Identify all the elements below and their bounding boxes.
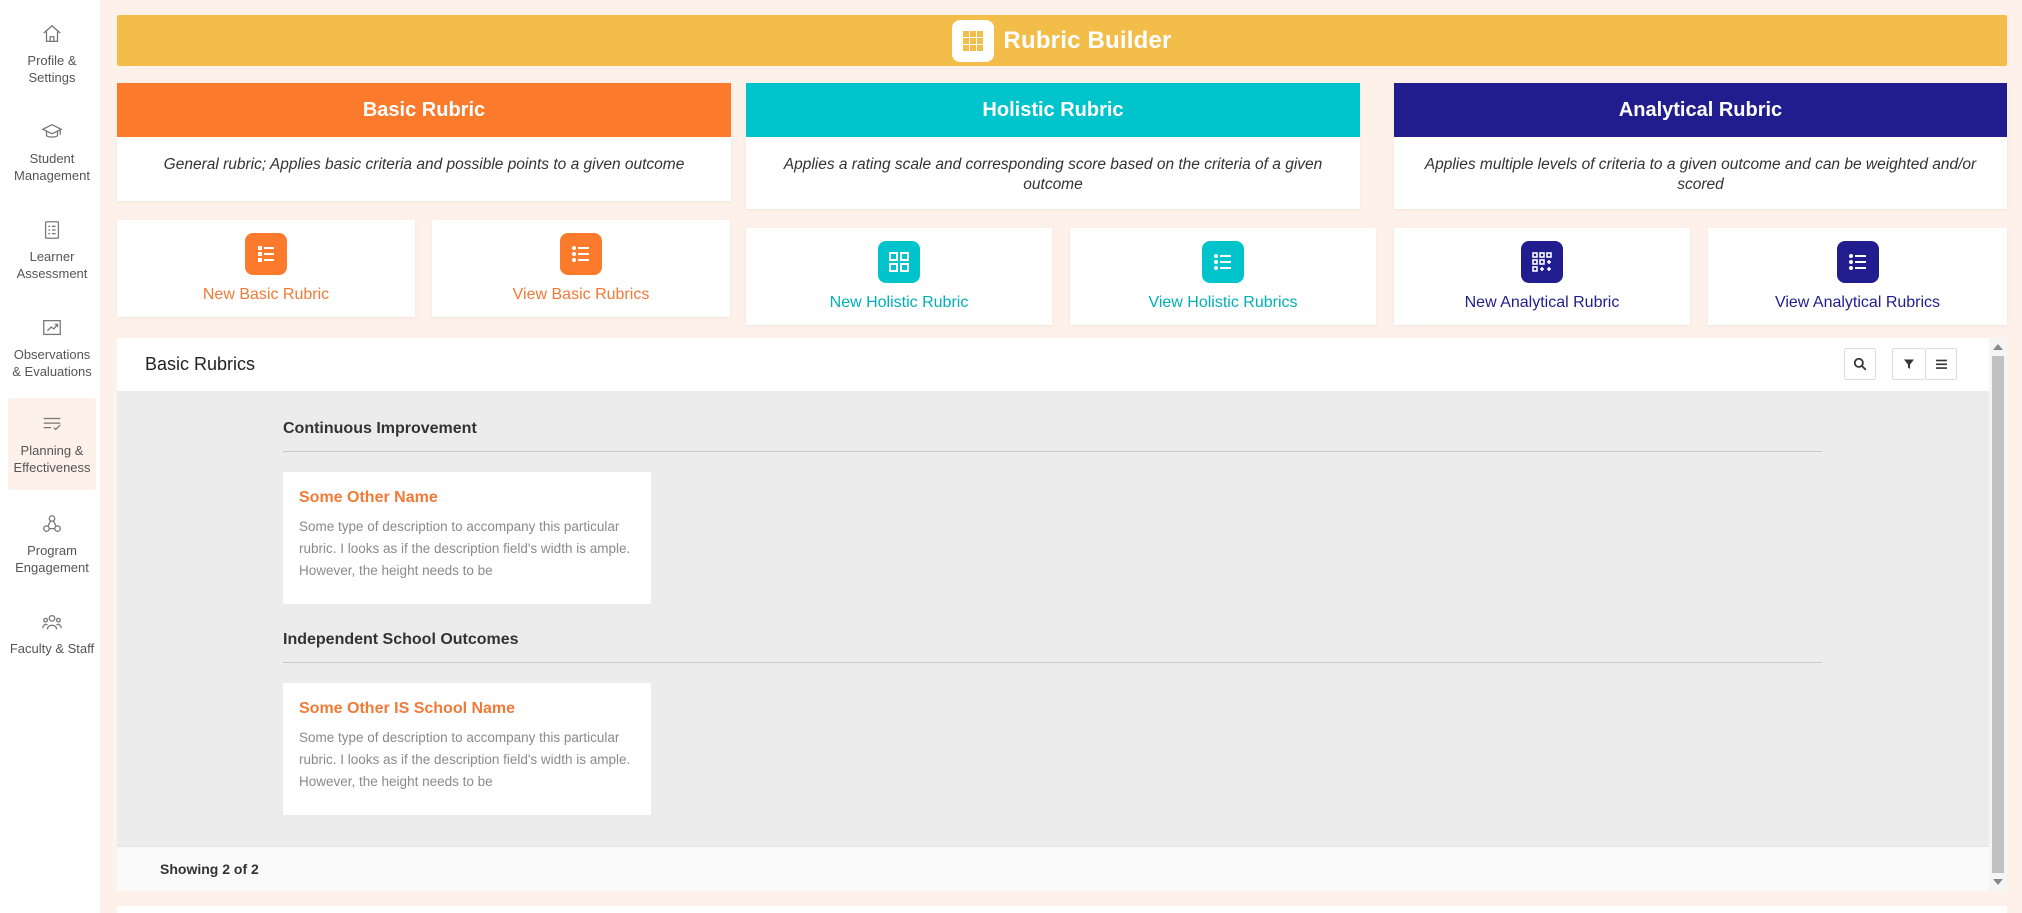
basic-rubric-title: Basic Rubric bbox=[117, 83, 731, 137]
sidebar-item-label: Learner Assessment bbox=[16, 249, 88, 281]
holistic-rubric-title: Holistic Rubric bbox=[746, 83, 1360, 137]
basic-rubrics-panel: Basic Rubrics Continuous Improvement Som… bbox=[117, 338, 2007, 891]
search-button[interactable] bbox=[1844, 348, 1876, 380]
search-icon bbox=[1853, 357, 1867, 371]
rubric-description: Some type of description to accompany th… bbox=[299, 519, 631, 578]
scrollbar-thumb[interactable] bbox=[1992, 356, 2004, 873]
panel-footer: Showing 2 of 2 bbox=[117, 846, 1989, 891]
panel-header: Basic Rubrics bbox=[117, 338, 1989, 391]
rubric-description: Some type of description to accompany th… bbox=[299, 730, 631, 789]
bullet-list-icon bbox=[560, 233, 602, 275]
filter-icon bbox=[1904, 359, 1914, 369]
new-analytical-rubric-button[interactable]: New Analytical Rubric bbox=[1394, 228, 1690, 325]
analytical-rubric-card: Analytical Rubric Applies multiple level… bbox=[1394, 83, 2007, 209]
group-divider bbox=[283, 662, 1822, 663]
new-holistic-rubric-button[interactable]: New Holistic Rubric bbox=[746, 228, 1052, 325]
menu-icon bbox=[1935, 359, 1947, 369]
grid-icon bbox=[952, 19, 995, 62]
view-analytical-rubrics-button[interactable]: View Analytical Rubrics bbox=[1708, 228, 2007, 325]
sidebar-item-label: Program Engagement bbox=[15, 543, 89, 575]
list-icon bbox=[245, 233, 287, 275]
sidebar-item-student-management[interactable]: Student Management bbox=[8, 120, 96, 184]
sidebar: Profile & Settings Student Management Le… bbox=[0, 0, 100, 913]
view-holistic-rubrics-label: View Holistic Rubrics bbox=[1148, 294, 1298, 311]
rubric-name: Some Other Name bbox=[299, 489, 438, 506]
sidebar-item-program-engagement[interactable]: Program Engagement bbox=[8, 512, 96, 576]
sidebar-item-label: Planning & Effectiveness bbox=[13, 443, 91, 475]
checklist-icon bbox=[40, 412, 64, 436]
rubric-card[interactable]: Some Other IS School Name Some type of d… bbox=[283, 683, 651, 815]
scroll-up-arrow-icon[interactable] bbox=[1993, 344, 2003, 350]
clipboard-icon bbox=[40, 218, 64, 242]
four-squares-icon bbox=[878, 241, 920, 283]
group-divider bbox=[283, 451, 1822, 452]
panel-body: Continuous Improvement Some Other Name S… bbox=[117, 391, 1989, 846]
menu-button[interactable] bbox=[1925, 348, 1957, 380]
sidebar-item-faculty-staff[interactable]: Faculty & Staff bbox=[8, 610, 96, 657]
view-analytical-rubrics-label: View Analytical Rubrics bbox=[1774, 294, 1941, 311]
basic-rubric-description: General rubric; Applies basic criteria a… bbox=[163, 156, 685, 173]
holistic-rubric-description: Applies a rating scale and corresponding… bbox=[783, 156, 1323, 193]
rubric-name: Some Other IS School Name bbox=[299, 700, 516, 717]
scrollbar[interactable] bbox=[1989, 338, 2007, 891]
sidebar-item-label: Student Management bbox=[14, 151, 90, 183]
record-count: Showing 2 of 2 bbox=[160, 861, 259, 877]
holistic-rubric-card: Holistic Rubric Applies a rating scale a… bbox=[746, 83, 1360, 209]
network-icon bbox=[40, 512, 64, 536]
new-holistic-rubric-label: New Holistic Rubric bbox=[829, 294, 969, 311]
analytical-rubric-title: Analytical Rubric bbox=[1394, 83, 2007, 137]
graduation-cap-icon bbox=[40, 120, 64, 144]
view-holistic-rubrics-button[interactable]: View Holistic Rubrics bbox=[1070, 228, 1376, 325]
sidebar-item-planning-effectiveness[interactable]: Planning & Effectiveness bbox=[8, 398, 96, 490]
easel-icon bbox=[40, 316, 64, 340]
group-title: Independent School Outcomes bbox=[283, 631, 519, 648]
new-basic-rubric-label: New Basic Rubric bbox=[202, 286, 330, 303]
view-basic-rubrics-button[interactable]: View Basic Rubrics bbox=[432, 220, 730, 317]
basic-rubric-card: Basic Rubric General rubric; Applies bas… bbox=[117, 83, 731, 201]
analytical-rubric-description: Applies multiple levels of criteria to a… bbox=[1424, 156, 1977, 193]
sidebar-item-observations-evaluations[interactable]: Observations & Evaluations bbox=[8, 316, 96, 380]
grid-plus-icon bbox=[1521, 241, 1563, 283]
panel-title: Basic Rubrics bbox=[145, 354, 256, 374]
group-title: Continuous Improvement bbox=[283, 420, 477, 437]
rubric-builder-banner: Rubric Builder bbox=[117, 15, 2007, 66]
new-analytical-rubric-label: New Analytical Rubric bbox=[1464, 294, 1620, 311]
new-basic-rubric-button[interactable]: New Basic Rubric bbox=[117, 220, 415, 317]
filter-button[interactable] bbox=[1892, 348, 1925, 380]
sidebar-item-profile-settings[interactable]: Profile & Settings bbox=[8, 22, 96, 86]
page-title: Rubric Builder bbox=[1003, 26, 1172, 54]
people-icon bbox=[40, 610, 64, 634]
sidebar-item-label: Profile & Settings bbox=[27, 53, 77, 85]
scroll-down-arrow-icon[interactable] bbox=[1993, 879, 2003, 885]
view-basic-rubrics-label: View Basic Rubrics bbox=[512, 286, 650, 303]
home-icon bbox=[40, 22, 64, 46]
main-content: Rubric Builder Basic Rubric General rubr… bbox=[100, 0, 2022, 913]
bullet-list-icon bbox=[1836, 241, 1879, 283]
next-panel-edge bbox=[117, 906, 2007, 913]
sidebar-item-label: Faculty & Staff bbox=[9, 641, 95, 656]
rubric-card[interactable]: Some Other Name Some type of description… bbox=[283, 472, 651, 604]
sidebar-item-label: Observations & Evaluations bbox=[12, 347, 92, 379]
sidebar-item-learner-assessment[interactable]: Learner Assessment bbox=[8, 218, 96, 282]
bullet-list-icon bbox=[1202, 241, 1244, 283]
